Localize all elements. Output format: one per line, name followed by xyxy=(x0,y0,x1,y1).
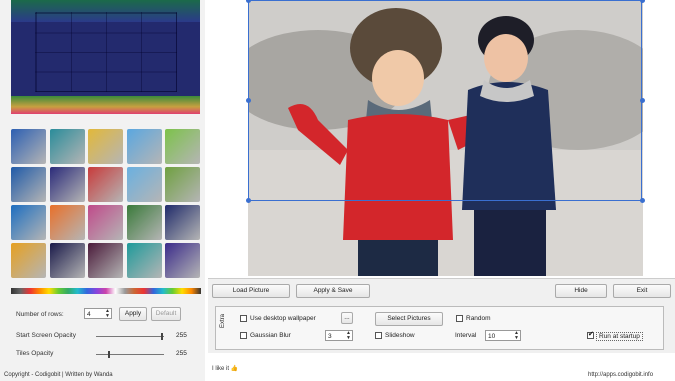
background-tile[interactable] xyxy=(11,205,46,240)
use-wallpaper-checkbox[interactable] xyxy=(240,315,247,322)
like-link[interactable]: I like it 👍 xyxy=(212,365,238,372)
spinner-arrows-icon[interactable]: ▲ ▼ xyxy=(346,331,351,341)
tiles-opacity-slider-track[interactable] xyxy=(96,354,164,355)
background-tile[interactable] xyxy=(49,167,85,202)
load-picture-button[interactable]: Load Picture xyxy=(212,284,290,298)
browse-button[interactable]: ... xyxy=(341,312,353,324)
rows-value: 4 xyxy=(87,311,91,318)
website-link[interactable]: http://apps.codigobit.info xyxy=(588,372,653,378)
tiles-opacity-label: Tiles Opacity xyxy=(16,350,54,357)
background-tile[interactable] xyxy=(165,167,200,202)
background-tile[interactable] xyxy=(88,129,123,164)
spinner-arrows-icon[interactable]: ▲ ▼ xyxy=(105,309,110,319)
copyright-text: Copyright - Codigobit | Written by Wanda xyxy=(4,372,113,378)
random-label: Random xyxy=(466,315,491,322)
use-wallpaper-label: Use desktop wallpaper xyxy=(250,315,316,322)
rows-label: Number of rows: xyxy=(16,311,64,318)
extra-tab[interactable]: Extra xyxy=(220,314,226,328)
apply-rows-button[interactable]: Apply xyxy=(119,307,147,321)
left-panel: Number of rows: 4 ▲ ▼ Apply Default Start… xyxy=(0,0,205,381)
start-opacity-slider-track[interactable] xyxy=(96,336,164,337)
default-button[interactable]: Default xyxy=(151,307,181,321)
random-checkbox[interactable] xyxy=(456,315,463,322)
background-tile[interactable] xyxy=(88,243,123,278)
background-tile[interactable] xyxy=(165,205,200,240)
color-palette-strip[interactable] xyxy=(11,288,201,294)
interval-spinner[interactable]: 10 ▲ ▼ xyxy=(485,330,521,341)
hide-button[interactable]: Hide xyxy=(555,284,607,298)
background-tile[interactable] xyxy=(165,129,200,164)
background-tile[interactable] xyxy=(88,205,123,240)
start-opacity-value: 255 xyxy=(176,332,187,339)
background-tile[interactable] xyxy=(11,167,46,202)
select-pictures-button[interactable]: Select Pictures xyxy=(375,312,443,326)
gaussian-blur-checkbox[interactable] xyxy=(240,332,247,339)
selection-handle-right[interactable] xyxy=(640,98,645,103)
start-opacity-label: Start Screen Opacity xyxy=(16,332,76,339)
exit-button[interactable]: Exit xyxy=(613,284,671,298)
spinner-arrows-icon[interactable]: ▲ ▼ xyxy=(514,331,519,341)
gaussian-blur-value: 3 xyxy=(328,333,332,340)
background-tiles-grid xyxy=(11,129,201,281)
selection-rectangle[interactable] xyxy=(248,0,642,201)
background-tile[interactable] xyxy=(126,205,162,240)
tiles-opacity-slider-thumb[interactable] xyxy=(108,351,110,358)
background-tile[interactable] xyxy=(88,167,123,202)
selection-handle-left[interactable] xyxy=(246,98,251,103)
preview-ground xyxy=(11,96,200,114)
start-screen-preview xyxy=(11,0,200,114)
interval-label: Interval xyxy=(455,332,477,339)
run-at-startup-checkbox[interactable] xyxy=(587,330,594,339)
background-tile[interactable] xyxy=(126,243,162,278)
background-tile[interactable] xyxy=(165,243,200,278)
run-at-startup-label: Run at startup xyxy=(596,332,643,341)
background-tile[interactable] xyxy=(49,129,85,164)
gaussian-blur-spinner[interactable]: 3 ▲ ▼ xyxy=(325,330,353,341)
interval-value: 10 xyxy=(488,333,496,340)
background-tile[interactable] xyxy=(126,167,162,202)
slideshow-checkbox[interactable] xyxy=(375,332,382,339)
start-opacity-slider-thumb[interactable] xyxy=(161,333,163,340)
tiles-opacity-value: 255 xyxy=(176,350,187,357)
apply-save-button[interactable]: Apply & Save xyxy=(296,284,370,298)
background-tile[interactable] xyxy=(49,205,85,240)
gaussian-blur-label: Gaussian Blur xyxy=(250,332,291,339)
background-tile[interactable] xyxy=(11,243,46,278)
preview-tile-grid xyxy=(35,12,177,92)
rows-spinner[interactable]: 4 ▲ ▼ xyxy=(84,308,112,319)
background-tile[interactable] xyxy=(49,243,85,278)
selection-handle-bottom-right[interactable] xyxy=(640,198,645,203)
background-tile[interactable] xyxy=(11,129,46,164)
selection-handle-bottom-left[interactable] xyxy=(246,198,251,203)
thumbs-up-icon: 👍 xyxy=(230,366,239,372)
background-tile[interactable] xyxy=(126,129,162,164)
slideshow-label: Slideshow xyxy=(385,332,415,339)
like-text: I like it xyxy=(212,366,230,372)
